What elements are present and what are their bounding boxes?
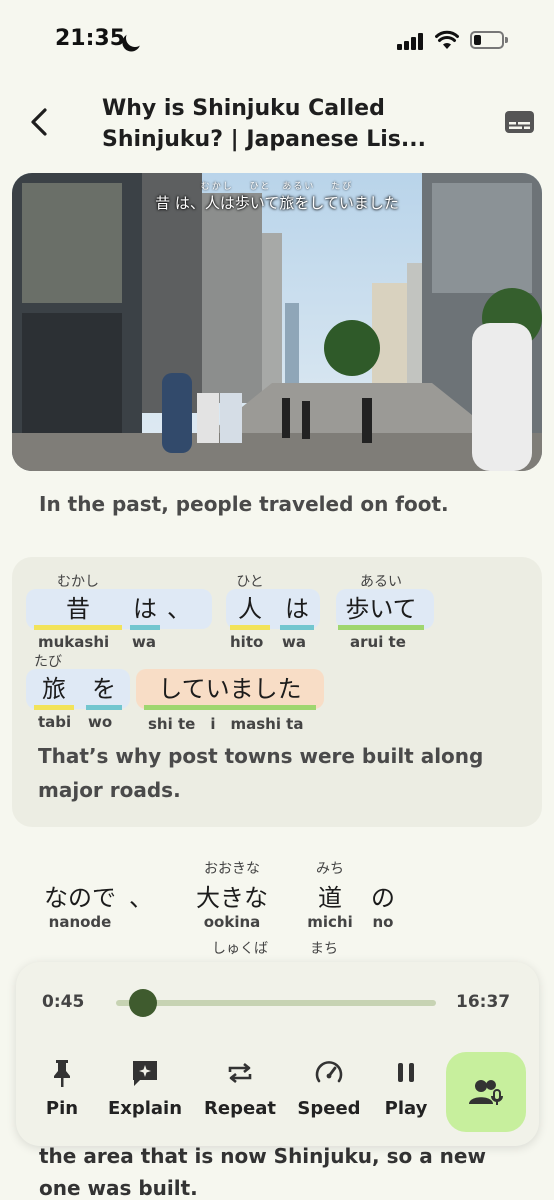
token-romaji: michi (307, 913, 353, 931)
token-underline (338, 625, 424, 630)
repeat-button[interactable]: Repeat (202, 1058, 278, 1119)
play-button[interactable]: Play (382, 1058, 430, 1119)
video-caption: むかし ひと あるい たび 昔 は、人は歩いて旅をしていました (12, 179, 542, 213)
token-underline (144, 705, 316, 710)
word-token[interactable]: ひと 人 hito (230, 571, 270, 661)
token-furigana: みち (316, 861, 344, 877)
current-sentence-card[interactable]: むかし 昔 mukashi は wa 、 ひと 人 hito は wa あるい … (12, 557, 542, 827)
token-text: 大きな (196, 884, 268, 912)
lower-translation: the area that is now Shinjuku, so a new … (39, 1144, 486, 1200)
token-text: の (371, 884, 395, 912)
explain-label: Explain (107, 1098, 183, 1119)
page-title: Why is Shinjuku Called Shinjuku? | Japan… (102, 96, 426, 152)
explain-button[interactable]: Explain (106, 1058, 184, 1119)
token-romaji: wa (132, 633, 156, 651)
token-romaji: wa (282, 633, 306, 651)
previous-translation: In the past, people traveled on foot. (39, 492, 449, 516)
play-label: Play (384, 1098, 428, 1119)
token-romaji: arui te (350, 633, 406, 651)
speaking-users-icon (469, 1080, 503, 1105)
word-token[interactable]: むかし 昔 mukashi (34, 571, 122, 661)
word-token: 、 (164, 571, 194, 631)
token-underline (86, 705, 122, 710)
battery-icon (470, 31, 508, 49)
token-text: 昔 (66, 595, 90, 623)
token-text: 、 (167, 595, 191, 623)
wifi-icon (435, 30, 459, 49)
token-text: 人 (238, 595, 262, 623)
token-text: 歩いて (345, 595, 417, 623)
sentence-translation: That’s why post towns were built along m… (38, 744, 484, 802)
repeat-label: Repeat (204, 1098, 276, 1119)
status-time: 21:35 (55, 26, 126, 51)
total-time: 16:37 (456, 992, 511, 1012)
token-furigana: ひと (236, 574, 264, 590)
token-text: なので (44, 884, 116, 912)
word-token: 、 (126, 858, 156, 913)
token-text: は (285, 595, 309, 623)
pin-button[interactable]: Pin (42, 1058, 82, 1119)
cellular-signal-icon (397, 32, 427, 50)
word-token[interactable]: を wo (86, 651, 122, 741)
word-token[interactable]: おおきな 大きな ookina (190, 858, 274, 931)
back-button[interactable] (24, 104, 54, 140)
speed-label: Speed (297, 1098, 361, 1119)
token-underline (34, 705, 74, 710)
token-romaji: wo (88, 713, 113, 731)
current-time: 0:45 (42, 992, 85, 1012)
token-romaji: no (372, 913, 394, 931)
word-token[interactable]: の no (366, 858, 400, 931)
speed-icon (315, 1061, 343, 1083)
word-token[interactable]: たび 旅 tabi (34, 651, 74, 741)
word-token[interactable]: していました shi te i mashi ta (144, 651, 316, 741)
token-furigana: おおきな (204, 861, 260, 877)
pin-label: Pin (45, 1098, 79, 1119)
token-underline (130, 625, 160, 630)
token-text: 、 (129, 884, 153, 912)
video-player[interactable]: むかし ひと あるい たび 昔 は、人は歩いて旅をしていました (12, 173, 542, 471)
token-underline (230, 625, 270, 630)
token-furigana: たび (34, 654, 62, 670)
repeat-icon (228, 1062, 252, 1084)
progress-slider[interactable] (116, 989, 436, 1017)
speed-button[interactable]: Speed (296, 1058, 362, 1119)
word-token[interactable]: あるい 歩いて arui te (338, 571, 424, 661)
pause-icon (398, 1063, 414, 1082)
audio-player-panel: 0:45 16:37 Pin Explain Repeat Speed Play (16, 962, 539, 1146)
video-caption-text: 昔 は、人は歩いて旅をしていました (155, 194, 399, 212)
token-romaji: shi te i mashi ta (148, 715, 304, 733)
token-underline (34, 625, 122, 630)
explain-icon (133, 1061, 157, 1086)
progress-thumb[interactable] (129, 989, 158, 1017)
token-text: していました (158, 675, 302, 703)
status-bar: 21:35 (0, 0, 554, 80)
moon-icon (123, 26, 146, 49)
voice-practice-button[interactable] (446, 1052, 526, 1132)
street-scene-image (12, 173, 542, 471)
nav-bar: Why is Shinjuku Called Shinjuku? | Japan… (0, 80, 554, 162)
token-romaji: mukashi (38, 633, 110, 651)
word-token[interactable]: みち 道 michi (302, 858, 358, 931)
token-text: を (92, 675, 116, 703)
token-furigana: しゅくば (212, 941, 268, 957)
token-text: 旅 (42, 675, 66, 703)
token-underline (280, 625, 314, 630)
token-text: 道 (318, 884, 342, 912)
token-romaji: hito (230, 633, 264, 651)
subtitles-icon[interactable] (505, 111, 534, 133)
token-romaji: tabi (38, 713, 72, 731)
video-caption-furigana: むかし ひと あるい たび (200, 182, 354, 192)
token-romaji: nanode (48, 913, 112, 931)
word-token[interactable]: なので nanode (38, 858, 122, 931)
token-furigana: まち (310, 941, 338, 957)
word-token[interactable]: は wa (280, 571, 314, 661)
token-furigana: あるい (360, 574, 402, 590)
pin-icon (54, 1060, 70, 1087)
token-text: は (133, 595, 157, 623)
token-furigana: むかし (57, 574, 99, 590)
token-romaji: ookina (203, 913, 261, 931)
word-token[interactable]: は wa (130, 571, 160, 661)
